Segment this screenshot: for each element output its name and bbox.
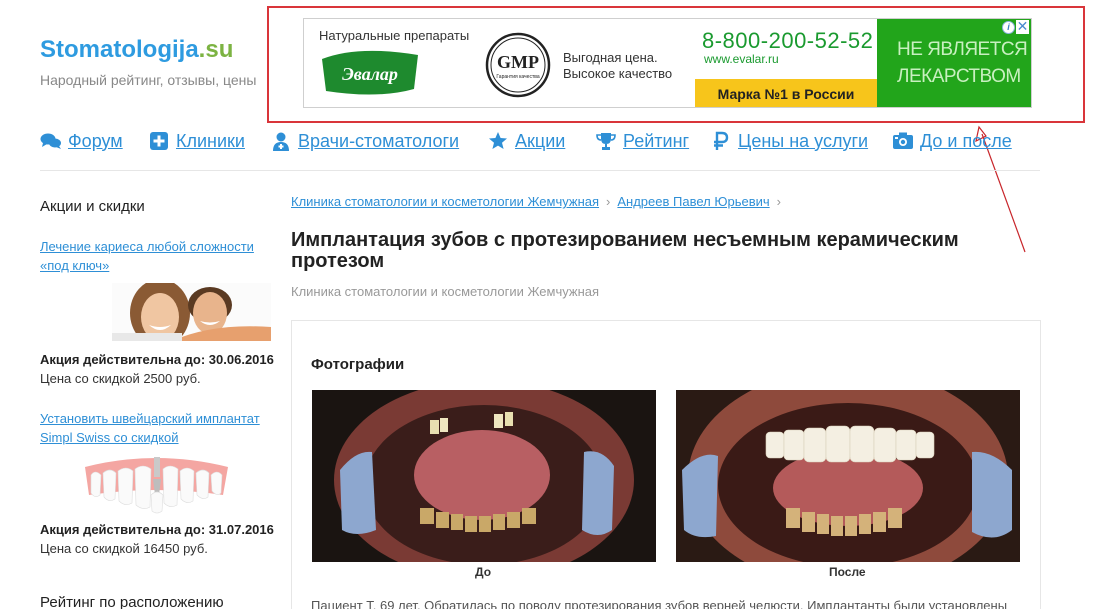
site-tagline: Народный рейтинг, отзывы, цены xyxy=(40,72,257,88)
promo2-price: Цена со скидкой 16450 руб. xyxy=(40,541,208,556)
photo-after[interactable] xyxy=(676,390,1020,562)
promo1-link[interactable]: Лечение кариеса любой сложности «под клю… xyxy=(40,237,270,275)
nav-forum[interactable]: Форум xyxy=(40,130,123,152)
promo2-link[interactable]: Установить швейцарский имплантат Simpl S… xyxy=(40,409,270,447)
logo-name: Stomatologija xyxy=(40,36,199,63)
promo2-implant-image xyxy=(85,457,228,514)
nav-promos-label: Акции xyxy=(515,130,566,151)
breadcrumb-sep: › xyxy=(776,194,781,209)
case-description: Пациент Т. 69 лет. Обратилась по поводу … xyxy=(311,598,1008,609)
nav-clinics-label: Клиники xyxy=(176,130,245,151)
breadcrumb-sep: › xyxy=(606,194,611,209)
logo-tld: .su xyxy=(198,36,234,63)
caption-after: После xyxy=(829,565,866,579)
breadcrumb-doctor[interactable]: Андреев Павел Юрьевич xyxy=(617,194,769,209)
caption-before: До xyxy=(475,565,492,579)
sidebar-heading: Акции и скидки xyxy=(40,198,145,215)
photo-before[interactable] xyxy=(312,390,656,562)
sidebar-heading-location: Рейтинг по расположению xyxy=(40,594,224,609)
promo2-valid: Акция действительна до: 31.07.2016 xyxy=(40,522,274,537)
nav-divider xyxy=(40,170,1040,171)
page-title: Имплантация зубов с протезированием несъ… xyxy=(291,229,959,272)
nav-forum-label: Форум xyxy=(68,130,123,151)
promo1-price: Цена со скидкой 2500 руб. xyxy=(40,371,201,386)
promo1-image xyxy=(112,283,271,341)
site-logo[interactable]: Stomatologija.su xyxy=(40,36,233,64)
page-subtitle: Клиника стоматологии и косметологии Жемч… xyxy=(291,284,600,299)
ruble-icon xyxy=(710,130,732,152)
promo1-valid: Акция действительна до: 30.06.2016 xyxy=(40,352,274,367)
nav-rating[interactable]: Рейтинг xyxy=(595,130,689,152)
nav-prices-label: Цены на услуги xyxy=(738,130,869,151)
doctor-icon xyxy=(270,130,292,152)
nav-before-after-label: До и после xyxy=(920,130,1012,151)
nav-doctors[interactable]: Врачи-стоматологи xyxy=(270,130,459,152)
nav-promos[interactable]: Акции xyxy=(487,130,565,152)
nav-rating-label: Рейтинг xyxy=(623,130,690,151)
breadcrumb: Клиника стоматологии и косметологии Жемч… xyxy=(291,194,788,209)
nav-clinics[interactable]: Клиники xyxy=(148,130,245,152)
nav-prices[interactable]: Цены на услуги xyxy=(710,130,868,152)
star-icon xyxy=(487,130,509,152)
ad-highlight-frame xyxy=(267,6,1085,123)
camera-icon xyxy=(892,130,914,152)
plus-square-icon xyxy=(148,130,170,152)
trophy-icon xyxy=(595,130,617,152)
photos-heading: Фотографии xyxy=(311,356,405,373)
nav-before-after[interactable]: До и после xyxy=(892,130,1012,152)
breadcrumb-clinic[interactable]: Клиника стоматологии и косметологии Жемч… xyxy=(291,194,599,209)
nav-doctors-label: Врачи-стоматологи xyxy=(298,130,460,151)
chat-bubbles-icon xyxy=(40,130,62,152)
